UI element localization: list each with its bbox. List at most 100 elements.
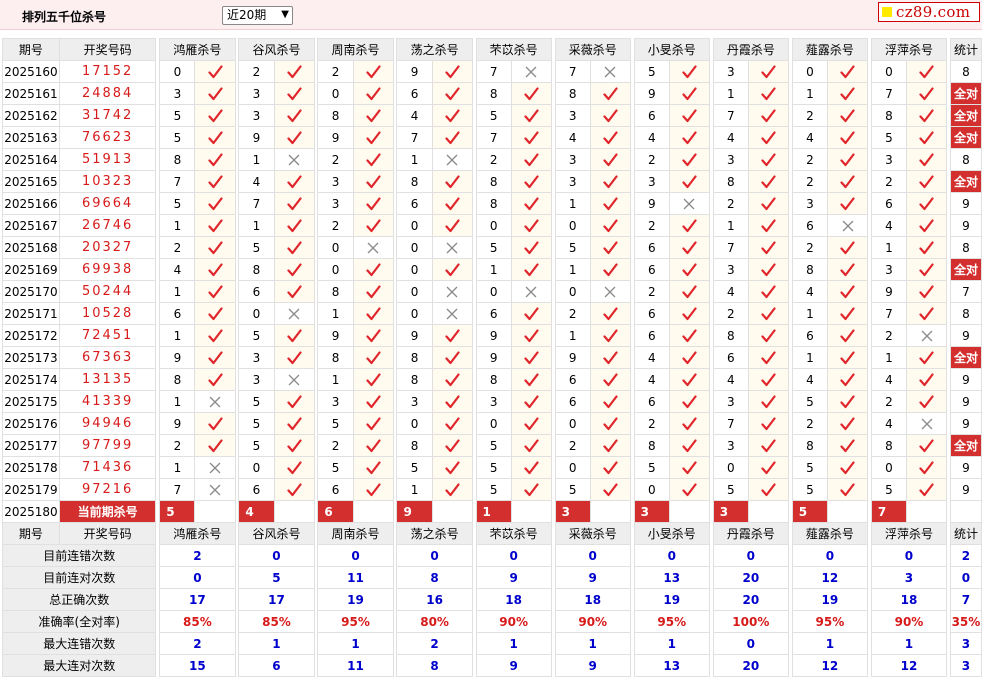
issue-number: 2025169 bbox=[2, 258, 60, 281]
issue-number: 2025170 bbox=[2, 280, 60, 303]
check-icon bbox=[431, 258, 473, 281]
kill-number: 9 bbox=[317, 126, 354, 149]
kill-number: 5 bbox=[791, 478, 828, 501]
issue-number: 2025160 bbox=[2, 60, 60, 83]
stats-value: 0 bbox=[712, 632, 789, 655]
check-icon bbox=[589, 346, 631, 369]
kill-number: 2 bbox=[238, 60, 275, 83]
kill-number: 3 bbox=[554, 148, 591, 171]
check-icon bbox=[194, 280, 236, 303]
predict-kill-number: 6 bbox=[317, 500, 354, 523]
correct-count: 9 bbox=[949, 456, 982, 479]
check-icon bbox=[194, 368, 236, 391]
correct-count: 9 bbox=[949, 478, 982, 501]
cross-icon bbox=[273, 302, 315, 325]
kill-number: 1 bbox=[791, 346, 828, 369]
kill-number: 5 bbox=[238, 324, 275, 347]
kill-number: 3 bbox=[317, 390, 354, 413]
draw-number: 51913 bbox=[58, 148, 157, 171]
check-icon bbox=[273, 104, 315, 127]
predict-empty bbox=[668, 500, 710, 523]
table-row: 2025178 71436 1 0 5 5 5 0 5 0 5 0 9 bbox=[2, 456, 982, 479]
check-icon bbox=[826, 280, 869, 303]
check-icon bbox=[431, 104, 473, 127]
stats-value: 95% bbox=[317, 610, 394, 633]
stats-label: 最大连错次数 bbox=[1, 632, 157, 655]
correct-count: 9 bbox=[949, 324, 982, 347]
kill-number: 5 bbox=[159, 192, 196, 215]
cross-icon bbox=[194, 456, 236, 479]
kill-number: 9 bbox=[159, 346, 196, 369]
check-icon bbox=[431, 170, 473, 193]
stats-total: 0 bbox=[949, 566, 982, 589]
predict-kill-number: 3 bbox=[712, 500, 749, 523]
stats-value: 2 bbox=[396, 632, 473, 655]
col-header-draw: 开奖号码 bbox=[58, 522, 157, 545]
kill-number: 8 bbox=[791, 434, 828, 457]
kill-number: 9 bbox=[396, 60, 433, 83]
correct-count: 8 bbox=[949, 236, 982, 259]
kill-number: 5 bbox=[159, 126, 196, 149]
check-icon bbox=[826, 412, 869, 435]
kill-number: 5 bbox=[317, 412, 354, 435]
kill-number: 0 bbox=[317, 258, 354, 281]
kill-number: 1 bbox=[159, 456, 196, 479]
table-row: 2025166 69664 5 7 3 6 8 1 9 2 3 6 9 bbox=[2, 192, 982, 215]
kill-number: 6 bbox=[554, 390, 591, 413]
period-select[interactable]: 近20期 ▼ bbox=[222, 6, 293, 25]
check-icon bbox=[668, 214, 710, 237]
check-icon bbox=[589, 236, 631, 259]
issue-number: 2025171 bbox=[2, 302, 60, 325]
check-icon bbox=[510, 170, 552, 193]
check-icon bbox=[352, 478, 394, 501]
check-icon bbox=[589, 434, 631, 457]
check-icon bbox=[194, 60, 236, 83]
table-row: 2025162 31742 5 3 8 4 5 3 6 7 2 8 全对 bbox=[2, 104, 982, 127]
kill-number: 7 bbox=[870, 82, 908, 105]
kill-number: 0 bbox=[396, 236, 433, 259]
kill-number: 3 bbox=[633, 170, 670, 193]
check-icon bbox=[589, 478, 631, 501]
kill-number: 5 bbox=[317, 456, 354, 479]
check-icon bbox=[510, 456, 552, 479]
check-icon bbox=[668, 60, 710, 83]
kill-number: 2 bbox=[475, 148, 512, 171]
stats-value: 1 bbox=[554, 632, 631, 655]
stats-value: 85% bbox=[238, 610, 315, 633]
stats-value: 17 bbox=[238, 588, 315, 611]
col-header-expert: 小旻杀号 bbox=[633, 522, 710, 545]
check-icon bbox=[431, 412, 473, 435]
kill-number: 5 bbox=[475, 104, 512, 127]
site-logo[interactable]: cz89.com bbox=[878, 2, 980, 22]
kill-number: 0 bbox=[238, 456, 275, 479]
check-icon bbox=[431, 82, 473, 105]
stats-value: 9 bbox=[554, 566, 631, 589]
check-icon bbox=[352, 148, 394, 171]
draw-number: 17152 bbox=[58, 60, 157, 83]
kill-number: 1 bbox=[870, 236, 908, 259]
check-icon bbox=[352, 192, 394, 215]
chevron-down-icon[interactable]: ▼ bbox=[281, 6, 289, 23]
check-icon bbox=[352, 82, 394, 105]
table-row: 2025161 24884 3 3 0 6 8 8 9 1 1 7 全对 bbox=[2, 82, 982, 105]
check-icon bbox=[589, 456, 631, 479]
predict-empty bbox=[747, 500, 789, 523]
col-header-expert: 丹霞杀号 bbox=[712, 38, 789, 61]
kill-number: 5 bbox=[475, 478, 512, 501]
check-icon bbox=[431, 456, 473, 479]
stats-value: 0 bbox=[475, 544, 552, 567]
check-icon bbox=[194, 258, 236, 281]
kill-number: 8 bbox=[791, 258, 828, 281]
check-icon bbox=[747, 148, 789, 171]
check-icon bbox=[589, 324, 631, 347]
stats-row: 目前连错次数 2 0 0 0 0 0 0 0 0 0 2 bbox=[1, 544, 982, 567]
kill-number: 7 bbox=[396, 126, 433, 149]
check-icon bbox=[431, 60, 473, 83]
check-icon bbox=[906, 236, 948, 259]
predict-label: 当前期杀号 bbox=[58, 500, 157, 523]
kill-number: 0 bbox=[396, 280, 433, 303]
stats-value: 1 bbox=[475, 632, 552, 655]
col-header-expert: 薤露杀号 bbox=[791, 38, 869, 61]
predict-empty bbox=[194, 500, 236, 523]
issue-number: 2025163 bbox=[2, 126, 60, 149]
